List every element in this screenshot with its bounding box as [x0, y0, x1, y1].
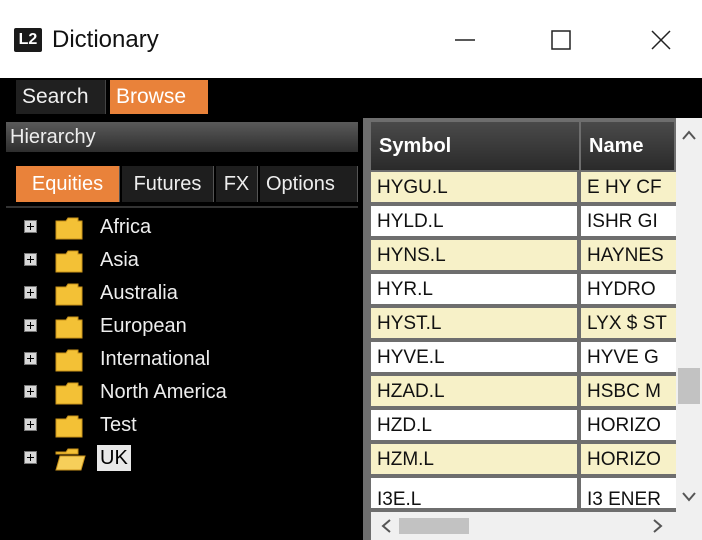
scroll-up-button[interactable] [676, 122, 702, 148]
close-icon [651, 30, 671, 50]
tree-item-africa[interactable]: Africa [0, 212, 363, 242]
folder-icon [55, 283, 83, 306]
table-row[interactable]: HYVE.L HYVE G [371, 342, 676, 374]
tree-item-label: Australia [100, 282, 178, 304]
cell-symbol: HYGU.L [371, 172, 579, 204]
table-row[interactable]: HYR.L HYDRO [371, 274, 676, 306]
scroll-left-button[interactable] [373, 512, 399, 540]
folder-icon [55, 250, 83, 273]
folder-icon [55, 415, 83, 438]
table-row[interactable]: I3E.L I3 ENER [371, 478, 676, 512]
vertical-scrollbar[interactable] [676, 118, 702, 512]
hierarchy-panel: Hierarchy Equities Futures FX Options Af… [0, 118, 363, 540]
maximize-icon [551, 30, 571, 50]
tree-item-test[interactable]: Test [0, 410, 363, 440]
tree-item-label: Asia [100, 249, 139, 271]
title-bar: L2 Dictionary [0, 0, 702, 78]
plus-box-icon[interactable] [24, 418, 37, 431]
window-title: Dictionary [52, 26, 159, 53]
folder-icon [55, 217, 83, 240]
tree-item-australia[interactable]: Australia [0, 278, 363, 308]
table-row[interactable]: HZAD.L HSBC M [371, 376, 676, 408]
cell-symbol: HYST.L [371, 308, 579, 340]
cell-symbol: HZAD.L [371, 376, 579, 408]
column-header-symbol[interactable]: Symbol [371, 122, 581, 170]
tab-options[interactable]: Options [260, 166, 358, 202]
tree-item-north-america[interactable]: North America [0, 377, 363, 407]
cell-name: E HY CF [581, 172, 676, 204]
cell-name: HORIZO [581, 444, 676, 476]
plus-box-icon[interactable] [24, 220, 37, 233]
cell-name: HYDRO [581, 274, 676, 306]
tab-futures[interactable]: Futures [122, 166, 214, 202]
table-row[interactable]: HYLD.L ISHR GI [371, 206, 676, 238]
tab-search[interactable]: Search [16, 80, 106, 114]
hierarchy-header: Hierarchy [6, 122, 358, 152]
folder-icon [55, 316, 83, 339]
tab-browse[interactable]: Browse [110, 80, 208, 114]
tab-fx[interactable]: FX [216, 166, 258, 202]
cell-name: HYVE G [581, 342, 676, 374]
tab-equities[interactable]: Equities [16, 166, 120, 202]
cell-symbol: HZM.L [371, 444, 579, 476]
tree-item-european[interactable]: European [0, 311, 363, 341]
tree-item-label: Africa [100, 216, 152, 238]
tree-item-label: Test [100, 414, 137, 436]
tree-item-label: European [100, 315, 187, 337]
close-button[interactable] [636, 20, 686, 60]
plus-box-icon[interactable] [24, 451, 37, 464]
vertical-scroll-thumb[interactable] [678, 368, 700, 404]
symbol-table-panel: Symbol Name HYGU.L E HY CF HYLD.L ISHR G… [363, 118, 702, 540]
tree-item-international[interactable]: International [0, 344, 363, 374]
table-row[interactable]: HYNS.L HAYNES [371, 240, 676, 272]
plus-box-icon[interactable] [24, 253, 37, 266]
cell-symbol: HYLD.L [371, 206, 579, 238]
scrollbar-corner [676, 512, 702, 540]
tree-item-label: UK [97, 445, 131, 471]
l2-logo-icon: L2 [14, 28, 42, 52]
folder-icon [55, 349, 83, 372]
cell-symbol: HYR.L [371, 274, 579, 306]
chevron-down-icon [682, 492, 696, 502]
column-header-name[interactable]: Name [581, 122, 676, 170]
folder-open-icon [55, 448, 86, 471]
folder-icon [55, 382, 83, 405]
table-row[interactable]: HZD.L HORIZO [371, 410, 676, 442]
minimize-button[interactable] [440, 20, 490, 60]
table-row[interactable]: HZM.L HORIZO [371, 444, 676, 476]
tree-item-uk[interactable]: UK [0, 443, 363, 473]
plus-box-icon[interactable] [24, 286, 37, 299]
horizontal-scroll-thumb[interactable] [399, 518, 469, 534]
table-row[interactable]: HYST.L LYX $ ST [371, 308, 676, 340]
mode-tab-bar: Search Browse [0, 78, 702, 118]
table-row[interactable]: HYGU.L E HY CF [371, 172, 676, 204]
minimize-icon [455, 39, 475, 41]
cell-symbol: HYNS.L [371, 240, 579, 272]
cell-name: LYX $ ST [581, 308, 676, 340]
cell-name: HAYNES [581, 240, 676, 272]
chevron-up-icon [682, 130, 696, 140]
cell-symbol: HZD.L [371, 410, 579, 442]
chevron-right-icon [653, 519, 663, 533]
maximize-button[interactable] [536, 20, 586, 60]
cell-symbol: HYVE.L [371, 342, 579, 374]
plus-box-icon[interactable] [24, 352, 37, 365]
chevron-left-icon [381, 519, 391, 533]
tree-item-asia[interactable]: Asia [0, 245, 363, 275]
plus-box-icon[interactable] [24, 385, 37, 398]
cell-symbol: I3E.L [371, 478, 579, 510]
scroll-right-button[interactable] [645, 512, 671, 540]
horizontal-scrollbar[interactable] [371, 512, 676, 540]
tree-item-label: North America [100, 381, 227, 403]
cell-name: I3 ENER [581, 478, 676, 510]
cell-name: HORIZO [581, 410, 676, 442]
category-tabs: Equities Futures FX Options [16, 166, 358, 202]
scroll-down-button[interactable] [676, 484, 702, 510]
plus-box-icon[interactable] [24, 319, 37, 332]
cell-name: ISHR GI [581, 206, 676, 238]
cell-name: HSBC M [581, 376, 676, 408]
tree-item-label: International [100, 348, 211, 370]
divider [6, 206, 358, 208]
